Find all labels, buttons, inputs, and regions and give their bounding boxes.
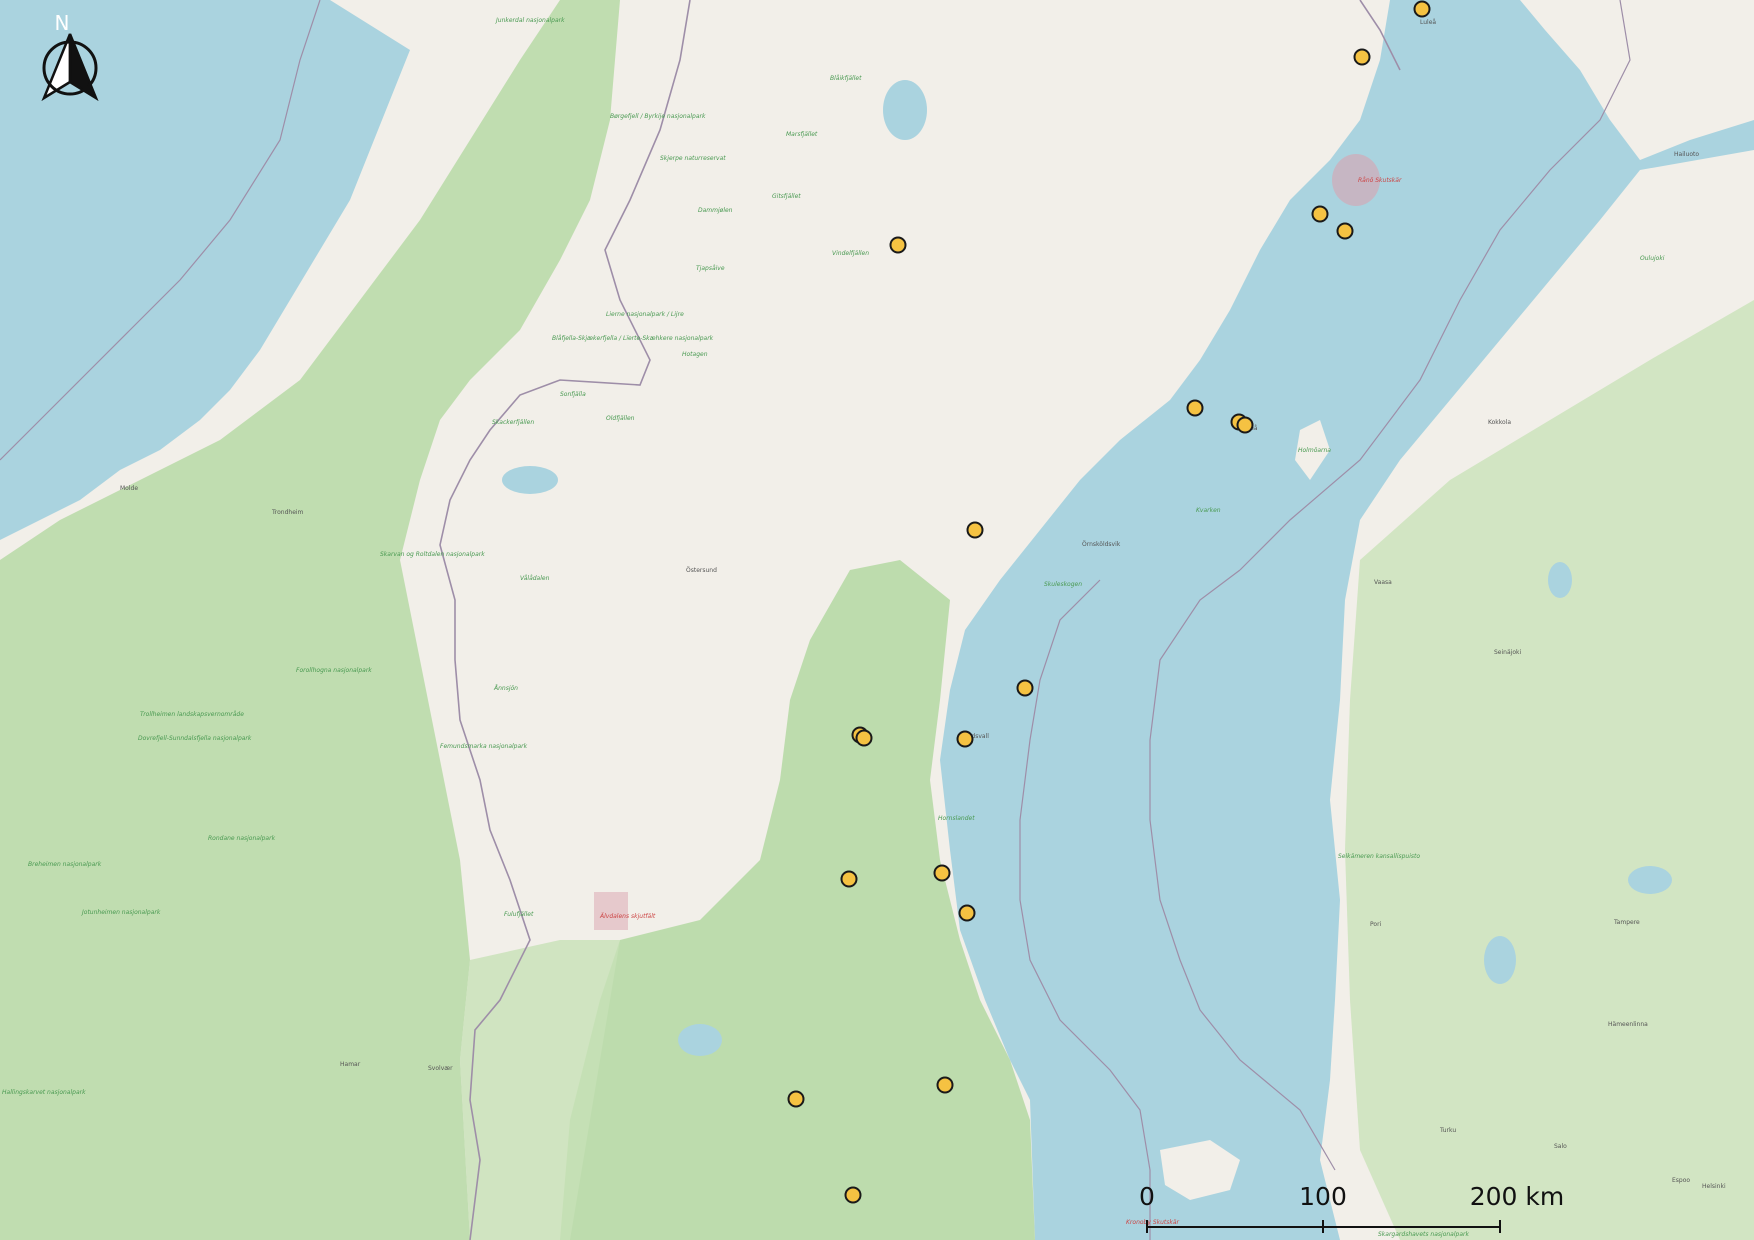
map-marker[interactable]: [933, 864, 951, 882]
map-marker[interactable]: [958, 904, 976, 922]
lake: [1628, 866, 1672, 894]
place-label: Trollheimen landskapsvernområde: [140, 711, 244, 718]
place-label: Vålådalen: [520, 575, 550, 582]
place-label: Hornslandet: [938, 815, 975, 822]
scale-tick-label: 200 km: [1470, 1182, 1565, 1211]
city-label: Östersund: [686, 567, 717, 574]
city-label: Turku: [1439, 1127, 1456, 1134]
map-marker[interactable]: [1236, 416, 1254, 434]
place-label: Skackerfjällen: [492, 419, 534, 426]
map-marker[interactable]: [840, 870, 858, 888]
place-label: Ånnsjön: [493, 685, 518, 692]
place-label: Oulujoki: [1640, 255, 1665, 262]
place-label: Blåikfjället: [830, 75, 862, 82]
city-label: Espoo: [1672, 1177, 1690, 1184]
city-label: Svolvær: [428, 1065, 453, 1072]
reserve-area: [594, 892, 628, 930]
place-label: Hotagen: [682, 351, 708, 358]
city-label: Hamar: [340, 1061, 361, 1068]
place-label: Breheimen nasjonalpark: [28, 861, 102, 868]
place-label: Skuleskogen: [1044, 581, 1082, 588]
lake: [1484, 936, 1516, 984]
city-label: Tampere: [1613, 919, 1640, 926]
reserve-label: Älvdalens skjutfält: [599, 913, 656, 920]
city-label: Hämeenlinna: [1608, 1021, 1648, 1028]
place-label: Lierne nasjonalpark / Lijre: [606, 311, 684, 318]
place-label: Skjerpe naturreservat: [660, 155, 726, 162]
city-label: Seinäjoki: [1494, 649, 1521, 656]
place-label: Skarvan og Roltdalen nasjonalpark: [380, 551, 485, 558]
place-label: Jotunheimen nasjonalpark: [81, 909, 161, 916]
map-marker[interactable]: [855, 729, 873, 747]
place-label: Dovrefjell-Sunndalsfjella nasjonalpark: [138, 735, 252, 742]
scale-tick-label: 100: [1299, 1182, 1347, 1211]
place-label: Junkerdal nasjonalpark: [495, 17, 565, 24]
place-label: Dammjølen: [698, 207, 733, 214]
lake: [678, 1024, 722, 1056]
place-label: Kvarken: [1196, 507, 1221, 514]
place-label: Oldfjällen: [606, 415, 635, 422]
place-label: Gitsfjället: [772, 193, 801, 200]
map-marker[interactable]: [966, 521, 984, 539]
map-marker[interactable]: [936, 1076, 954, 1094]
map-marker[interactable]: [1186, 399, 1204, 417]
place-label: Femundsmarka nasjonalpark: [440, 743, 528, 750]
map-marker[interactable]: [889, 236, 907, 254]
north-label: N: [55, 11, 70, 35]
place-label: Fulufjället: [504, 911, 534, 918]
place-label: Sonfjälla: [560, 391, 586, 398]
lake: [1548, 562, 1572, 598]
place-label: Selkämeren kansallispuisto: [1338, 853, 1420, 860]
lake: [502, 466, 558, 494]
map-marker[interactable]: [1016, 679, 1034, 697]
map-marker[interactable]: [1311, 205, 1329, 223]
city-label: Kokkola: [1488, 419, 1511, 426]
city-label: Luleå: [1420, 19, 1436, 26]
city-label: Salo: [1554, 1143, 1567, 1150]
map-marker[interactable]: [844, 1186, 862, 1204]
place-label: Skargardshavets nasjonalpark: [1378, 1231, 1469, 1238]
map-marker[interactable]: [1336, 222, 1354, 240]
place-label: Marsfjället: [786, 131, 818, 138]
city-label: Molde: [120, 485, 138, 492]
city-label: Örnsköldsvik: [1082, 541, 1121, 548]
place-label: Forollhogna nasjonalpark: [296, 667, 372, 674]
place-label: Børgefjell / Byrkije nasjonalpark: [610, 113, 706, 120]
scale-tick-label: 0: [1139, 1182, 1155, 1211]
city-label: Pori: [1370, 921, 1382, 928]
map-marker[interactable]: [956, 730, 974, 748]
place-label: Hallingskarvet nasjonalpark: [2, 1089, 86, 1096]
city-label: Trondheim: [271, 509, 304, 516]
place-label: Rondane nasjonalpark: [208, 835, 276, 842]
place-label: Vindelfjällen: [832, 250, 869, 257]
city-label: Vaasa: [1374, 579, 1392, 586]
city-label: Helsinki: [1702, 1183, 1726, 1190]
city-label: Hailuoto: [1674, 151, 1699, 158]
reserve-label: Rånö Skutskär: [1358, 177, 1402, 184]
place-label: Tjapsåive: [696, 265, 725, 272]
map-marker[interactable]: [1413, 0, 1431, 18]
place-label: Holmöarna: [1298, 447, 1331, 454]
map-canvas[interactable]: Junkerdal nasjonalpark Børgefjell / Byrk…: [0, 0, 1754, 1240]
place-label: Blåfjella-Skjækerfjella / Lïerte-Skæhker…: [552, 335, 714, 342]
map-marker[interactable]: [1353, 48, 1371, 66]
reserve-label: Kronoby Skutskär: [1126, 1219, 1180, 1226]
lake: [883, 80, 927, 140]
map-marker[interactable]: [787, 1090, 805, 1108]
